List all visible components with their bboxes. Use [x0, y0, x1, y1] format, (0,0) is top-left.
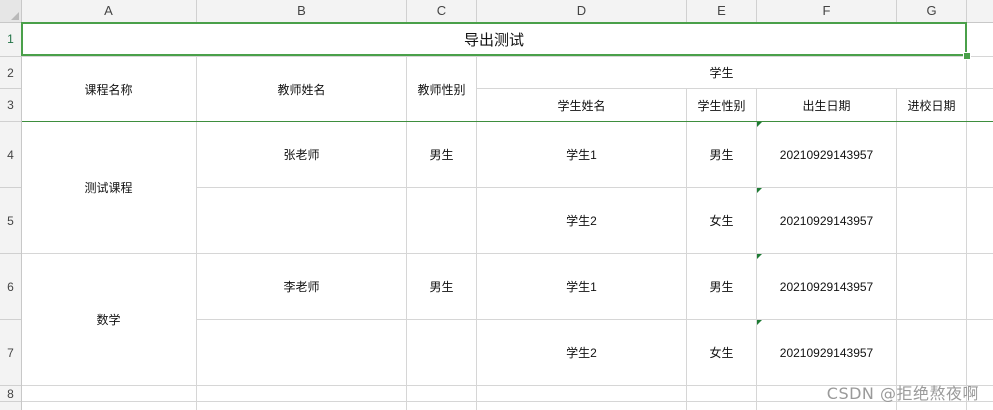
column-header-a[interactable]: A [21, 0, 197, 22]
teacher-cell[interactable]: 张老师 [197, 122, 406, 187]
row-header-2[interactable]: 2 [0, 57, 21, 89]
header-enroll-date[interactable]: 进校日期 [897, 89, 966, 121]
teacher-gender-text: 男生 [429, 280, 454, 294]
row-header-4[interactable]: 4 [0, 122, 21, 188]
header-student-group[interactable]: 学生 [477, 57, 966, 88]
row-header-3[interactable]: 3 [0, 89, 21, 122]
watermark: CSDN @拒绝熬夜啊 [826, 384, 979, 403]
student-gender-cell[interactable]: 女生 [687, 188, 756, 253]
row-header-1[interactable]: 1 [0, 22, 21, 57]
teacher-text: 张老师 [283, 148, 320, 162]
course-text: 测试课程 [84, 181, 133, 195]
student-gender-cell[interactable]: 男生 [687, 122, 756, 187]
teacher-gender-cell[interactable]: 男生 [407, 254, 476, 319]
student-name-cell[interactable]: 学生1 [477, 122, 686, 187]
header-label: 学生性别 [697, 98, 746, 113]
column-header-d[interactable]: D [477, 0, 687, 22]
row-header-5[interactable]: 5 [0, 188, 21, 254]
text-number-indicator-icon [757, 122, 762, 127]
student-gender-text: 女生 [709, 346, 734, 360]
header-course-name[interactable]: 课程名称 [21, 57, 196, 121]
row-header-7[interactable]: 7 [0, 320, 21, 386]
header-student-name[interactable]: 学生姓名 [477, 89, 686, 121]
freeze-pane-line [0, 121, 993, 122]
title-text: 导出测试 [463, 31, 524, 49]
text-number-indicator-icon [757, 188, 762, 193]
header-label: 学生姓名 [557, 98, 606, 113]
text-number-indicator-icon [757, 254, 762, 259]
fill-handle[interactable] [963, 52, 971, 60]
column-header-b[interactable]: B [197, 0, 407, 22]
header-teacher-gender[interactable]: 教师性别 [407, 57, 476, 121]
birth-date-cell[interactable]: 20210929143957 [757, 254, 896, 319]
gridline [966, 22, 967, 410]
header-label: 学生 [709, 66, 734, 80]
student-name-cell[interactable]: 学生2 [477, 188, 686, 253]
header-label: 教师姓名 [277, 82, 326, 97]
student-gender-text: 男生 [709, 148, 734, 162]
course-cell[interactable]: 数学 [21, 254, 196, 385]
student-gender-cell[interactable]: 女生 [687, 320, 756, 385]
student-name-text: 学生2 [566, 346, 597, 360]
column-header-g[interactable]: G [897, 0, 967, 22]
teacher-gender-text: 男生 [429, 148, 454, 162]
birth-date-cell[interactable]: 20210929143957 [757, 320, 896, 385]
header-label: 课程名称 [84, 82, 133, 97]
birth-date-text: 20210929143957 [779, 279, 874, 294]
birth-date-text: 20210929143957 [779, 147, 874, 162]
column-header-e[interactable]: E [687, 0, 757, 22]
birth-date-text: 20210929143957 [779, 345, 874, 360]
student-gender-text: 男生 [709, 280, 734, 294]
spreadsheet[interactable]: 导出测试 课程名称 教师姓名 教师性别 学生 学生姓名 学生性别 出生日期 进校… [0, 0, 993, 410]
header-label: 进校日期 [907, 98, 956, 113]
header-student-gender[interactable]: 学生性别 [687, 89, 756, 121]
row-header-6[interactable]: 6 [0, 254, 21, 320]
birth-date-cell[interactable]: 20210929143957 [757, 122, 896, 187]
text-number-indicator-icon [757, 320, 762, 325]
course-text: 数学 [96, 313, 121, 327]
student-name-cell[interactable]: 学生2 [477, 320, 686, 385]
column-header-c[interactable]: C [407, 0, 477, 22]
birth-date-text: 20210929143957 [779, 213, 874, 228]
header-label: 出生日期 [802, 98, 851, 113]
student-name-cell[interactable]: 学生1 [477, 254, 686, 319]
birth-date-cell[interactable]: 20210929143957 [757, 188, 896, 253]
select-all-icon [11, 12, 19, 20]
row-header-8[interactable]: 8 [0, 386, 21, 402]
student-gender-cell[interactable]: 男生 [687, 254, 756, 319]
student-name-text: 学生2 [566, 214, 597, 228]
student-gender-text: 女生 [709, 214, 734, 228]
header-birth-date[interactable]: 出生日期 [757, 89, 896, 121]
title-cell[interactable]: 导出测试 [21, 22, 967, 56]
column-header-f[interactable]: F [757, 0, 897, 22]
select-all-corner[interactable] [0, 0, 22, 23]
student-name-text: 学生1 [566, 280, 597, 294]
student-name-text: 学生1 [566, 148, 597, 162]
header-label: 教师性别 [417, 82, 466, 97]
teacher-gender-cell[interactable]: 男生 [407, 122, 476, 187]
teacher-text: 李老师 [283, 280, 320, 294]
header-teacher-name[interactable]: 教师姓名 [197, 57, 406, 121]
teacher-cell[interactable]: 李老师 [197, 254, 406, 319]
course-cell[interactable]: 测试课程 [21, 122, 196, 253]
